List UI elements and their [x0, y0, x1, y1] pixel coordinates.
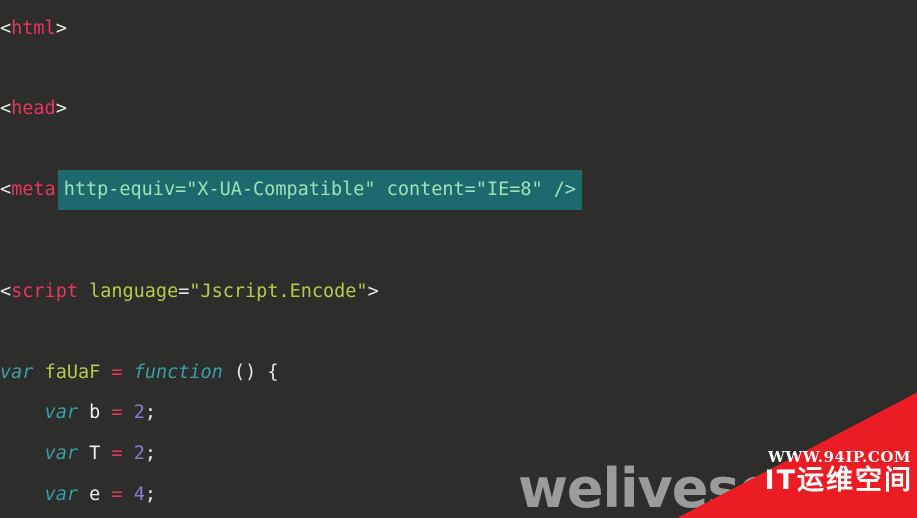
- angle-bracket-open: <: [0, 280, 12, 302]
- angle-bracket-close: >: [55, 17, 67, 39]
- code-line-blank-1: [0, 59, 917, 79]
- angle-bracket-open: <: [0, 17, 12, 39]
- assignment-operator: =: [111, 361, 123, 383]
- tag-name-head: head: [11, 98, 56, 120]
- semicolon: ;: [144, 483, 156, 505]
- variable-name: T: [89, 442, 101, 464]
- screenshot-root: <html> <head> <meta http-equiv="X-UA-Comp…: [0, 0, 917, 518]
- angle-bracket-close: >: [55, 98, 67, 120]
- tag-name-meta: meta: [11, 179, 56, 201]
- variable-name: b: [89, 402, 101, 424]
- equals-sign: =: [178, 280, 190, 302]
- keyword-function: function: [133, 361, 223, 383]
- code-line-blank-4: [0, 322, 917, 342]
- attribute-name-language: language: [89, 280, 179, 302]
- code-line-blank-3: [0, 242, 917, 262]
- code-listing: <html> <head> <meta http-equiv="X-UA-Comp…: [0, 17, 917, 518]
- assignment-operator: =: [111, 442, 123, 464]
- angle-bracket-open: <: [0, 98, 12, 120]
- variable-value: 4: [133, 483, 145, 505]
- angle-bracket-close: >: [367, 280, 379, 302]
- keyword-var: var: [44, 483, 78, 505]
- code-line-script-open: <script language="Jscript.Encode">: [0, 280, 917, 302]
- code-line-var: var e = 4;: [0, 483, 917, 505]
- semicolon: ;: [144, 402, 156, 424]
- code-line-meta: <meta http-equiv="X-UA-Compatible" conten…: [0, 170, 917, 221]
- tag-name-html: html: [11, 17, 56, 39]
- variable-value: 2: [133, 442, 145, 464]
- tag-name-script: script: [11, 280, 78, 302]
- code-line-html-open: <html>: [0, 17, 917, 39]
- semicolon: ;: [144, 442, 156, 464]
- code-line-function-decl: var faUaF = function () {: [0, 361, 917, 383]
- open-brace: {: [267, 361, 279, 383]
- highlighted-attribute-run[interactable]: http-equiv="X-UA-Compatible" content="IE…: [57, 170, 583, 211]
- code-line-head-open: <head>: [0, 99, 917, 119]
- variable-name: e: [89, 483, 101, 505]
- function-name-fauaf: faUaF: [44, 361, 101, 383]
- code-line-var: var b = 2;: [0, 403, 917, 423]
- variable-value: 2: [133, 402, 145, 424]
- keyword-var: var: [44, 402, 78, 424]
- assignment-operator: =: [111, 402, 123, 424]
- keyword-var: var: [0, 361, 34, 383]
- keyword-var: var: [44, 442, 78, 464]
- parameter-parens: (): [233, 361, 257, 383]
- highlighted-attribute-text: http-equiv="X-UA-Compatible" content="IE…: [63, 179, 577, 201]
- assignment-operator: =: [111, 483, 123, 505]
- code-line-blank-2: [0, 140, 917, 160]
- welivesecurity-watermark: welivese: [518, 457, 775, 518]
- angle-bracket-open: <: [0, 179, 12, 201]
- code-line-var: var T = 2;: [0, 442, 917, 464]
- attribute-value-jscript-encode: "Jscript.Encode": [189, 280, 368, 302]
